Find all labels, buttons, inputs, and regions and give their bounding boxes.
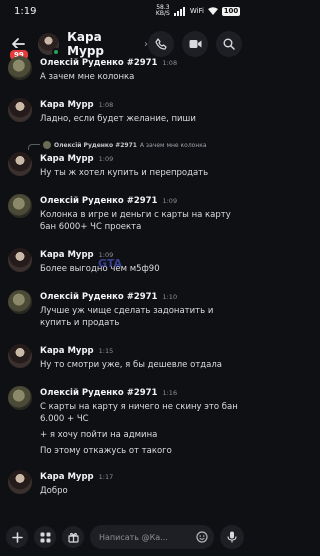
author-name[interactable]: Олексій Руденко #2971 <box>40 388 157 398</box>
gift-button[interactable] <box>62 526 84 548</box>
message-text: А зачем мне колонка <box>40 72 135 82</box>
apps-icon <box>40 532 50 542</box>
video-icon <box>189 40 201 48</box>
status-bar: 1:19 58.3 KB/S WiFi 100 <box>0 0 250 22</box>
message-time: 1:08 <box>162 59 178 67</box>
network-speed: 58.3 KB/S <box>155 4 170 17</box>
message-meta: Олексій Руденко #2971 1:08 <box>40 58 177 68</box>
reply-avatar <box>43 141 51 149</box>
message-time: 1:10 <box>162 293 178 301</box>
reply-text: А зачем мне колонка <box>139 141 207 149</box>
author-name[interactable]: Кара Мурр <box>40 346 94 356</box>
author-name[interactable]: Олексій Руденко #2971 <box>40 292 157 302</box>
message-text: Колонка в игре и деньги с карты на карту… <box>40 210 231 232</box>
author-avatar[interactable] <box>8 248 32 272</box>
message-input-placeholder: Написать @Ка... <box>99 532 168 542</box>
author-avatar[interactable] <box>8 344 32 368</box>
message-time: 1:09 <box>162 197 178 205</box>
author-name[interactable]: Кара Мурр <box>40 154 94 164</box>
add-attachment-button[interactable] <box>6 526 28 548</box>
author-name[interactable]: Кара Мурр <box>40 100 94 110</box>
signal-icon <box>173 6 185 16</box>
author-avatar[interactable] <box>8 386 32 410</box>
message-meta: Олексій Руденко #2971 1:16 <box>40 388 177 398</box>
message-meta: Олексій Руденко #2971 1:09 <box>40 196 177 206</box>
author-avatar[interactable] <box>8 290 32 314</box>
chat-title-text: Кара Мурр <box>67 30 105 58</box>
author-name[interactable]: Олексій Руденко #2971 <box>40 58 157 68</box>
message-text: Лучше уж чище сделать задонатить и купит… <box>40 306 214 328</box>
wifi-icon <box>208 6 218 15</box>
header-avatar[interactable] <box>37 33 61 56</box>
author-name[interactable]: Олексій Руденко #2971 <box>40 196 157 206</box>
author-avatar[interactable] <box>8 56 32 80</box>
message-time: 1:09 <box>98 155 114 163</box>
message-text: Ну то смотри уже, я бы дешевле отдала <box>40 360 222 370</box>
battery-icon: 100 <box>222 6 240 16</box>
author-avatar[interactable] <box>8 194 32 218</box>
chat-title[interactable]: Кара Мурр › <box>67 30 148 58</box>
message-text: Добро <box>40 486 68 496</box>
author-name[interactable]: Кара Мурр <box>40 472 94 482</box>
emoji-icon[interactable] <box>196 531 208 543</box>
message-meta: Кара Мурр 1:15 <box>40 346 113 356</box>
message-meta: Олексій Руденко #2971 1:10 <box>40 292 177 302</box>
author-avatar[interactable] <box>8 98 32 122</box>
message-meta: Кара Мурр 1:17 <box>40 472 113 482</box>
message-time: 1:17 <box>98 473 114 481</box>
call-icon <box>155 38 167 50</box>
message-composer: Написать @Ка... <box>0 518 250 556</box>
message-list[interactable]: Олексій Руденко #2971 1:08 А зачем мне к… <box>0 56 250 516</box>
author-name[interactable]: Кара Мурр <box>40 250 94 260</box>
message-input[interactable]: Написать @Ка... <box>90 525 214 549</box>
wifi-label: WiFi <box>189 7 204 15</box>
watermark-logo: GTA <box>98 257 122 270</box>
microphone-icon <box>227 531 237 543</box>
author-avatar[interactable] <box>8 152 32 176</box>
plus-icon <box>11 531 23 543</box>
voice-message-button[interactable] <box>220 525 244 549</box>
message-text: Более выгодно чем м5ф90 <box>40 264 160 274</box>
message-time: 1:08 <box>98 101 114 109</box>
message-meta: Кара Мурр 1:08 <box>40 100 113 110</box>
video-call-button[interactable] <box>182 31 208 57</box>
message-time: 1:15 <box>98 347 114 355</box>
header-actions <box>148 31 242 57</box>
message-time: 1:16 <box>162 389 178 397</box>
author-avatar[interactable] <box>8 470 32 494</box>
search-icon <box>223 38 235 50</box>
status-icons: 58.3 KB/S WiFi 100 <box>156 5 240 17</box>
reply-connector <box>28 144 40 150</box>
gift-icon <box>67 532 79 543</box>
message-meta: Кара Мурр 1:09 <box>40 154 113 164</box>
apps-button[interactable] <box>34 526 56 548</box>
reply-reference[interactable]: Олексій Руденко #2971 А зачем мне колонк… <box>28 140 207 150</box>
search-button[interactable] <box>216 31 242 57</box>
message-text: С карты на карту я ничего не скину это б… <box>40 402 238 456</box>
message-text: Ладно, если будет желание, пиши <box>40 114 196 124</box>
call-button[interactable] <box>148 31 174 57</box>
message-text: Ну ты ж хотел купить и перепродать <box>40 168 209 178</box>
online-status-icon <box>52 48 61 56</box>
status-time: 1:19 <box>14 5 37 17</box>
reply-author: Олексій Руденко #2971 <box>54 141 137 149</box>
